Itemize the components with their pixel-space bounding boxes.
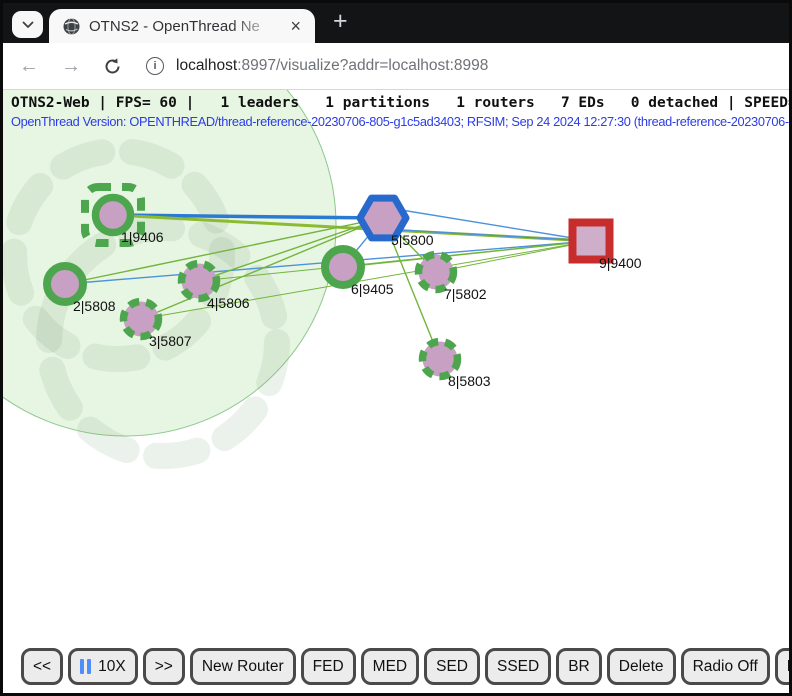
button-label: SED	[436, 658, 468, 676]
forward-icon[interactable]: →	[61, 56, 81, 76]
new-tab-button[interactable]: +	[333, 7, 348, 36]
node-label: 4|5806	[207, 295, 250, 311]
button-label: 10X	[98, 658, 126, 676]
step-back-button[interactable]: <<	[21, 648, 63, 685]
sleepy-end-device-icon	[182, 264, 217, 299]
simulation-canvas[interactable]: 1|9406 2|5808 3|5807 4|5806 5|5800 6|9405 7|58…	[3, 90, 789, 690]
node-label: 6|9405	[351, 281, 394, 297]
tab-close-icon[interactable]: ×	[286, 17, 305, 35]
chevron-down-icon	[22, 21, 34, 29]
ssed-button[interactable]: SSED	[485, 648, 551, 685]
button-label: <<	[33, 658, 51, 676]
button-label: Radio On	[787, 658, 792, 676]
new-router-button[interactable]: New Router	[190, 648, 296, 685]
button-label: >>	[155, 658, 173, 676]
node-5[interactable]: 5|5800	[360, 198, 434, 248]
node-label: 9|9400	[599, 255, 642, 271]
end-device-icon	[47, 266, 83, 302]
globe-favicon-icon	[63, 18, 80, 35]
node-circle-icon	[96, 198, 131, 233]
reload-icon[interactable]	[103, 57, 122, 76]
network-svg: 1|9406 2|5808 3|5807 4|5806 5|5800 6|9405 7|58…	[3, 90, 789, 690]
radio-on-button[interactable]: Radio On	[775, 648, 792, 685]
url-box[interactable]: i localhost:8997/visualize?addr=localhos…	[146, 57, 488, 75]
button-label: New Router	[202, 658, 284, 676]
link-line	[343, 241, 591, 267]
button-label: BR	[568, 658, 590, 676]
button-label: MED	[373, 658, 407, 676]
radio-off-button[interactable]: Radio Off	[681, 648, 770, 685]
url-path: :8997/visualize?addr=localhost:8998	[237, 57, 488, 74]
tab-strip: OTNS2 - OpenThread Ne × +	[3, 3, 789, 43]
version-line: OpenThread Version: OPENTHREAD/thread-re…	[11, 114, 789, 129]
sed-button[interactable]: SED	[424, 648, 480, 685]
tab-search-button[interactable]	[12, 11, 43, 38]
node-8[interactable]: 8|5803	[423, 342, 491, 390]
sleepy-end-device-icon	[124, 302, 159, 337]
delete-button[interactable]: Delete	[607, 648, 676, 685]
address-bar: ← → i localhost:8997/visualize?addr=loca…	[3, 43, 789, 90]
url-text[interactable]: localhost:8997/visualize?addr=localhost:…	[176, 57, 488, 75]
med-button[interactable]: MED	[361, 648, 419, 685]
sleepy-end-device-icon	[423, 342, 458, 377]
border-router-square-icon	[573, 223, 610, 260]
browser-window: OTNS2 - OpenThread Ne × + ← → i localhos…	[0, 0, 792, 696]
button-label: Delete	[619, 658, 664, 676]
node-label: 1|9406	[121, 229, 164, 245]
node-label: 7|5802	[444, 286, 487, 302]
node-label: 2|5808	[73, 298, 116, 314]
browser-tab[interactable]: OTNS2 - OpenThread Ne ×	[49, 9, 315, 43]
button-label: SSED	[497, 658, 539, 676]
end-device-icon	[325, 249, 361, 285]
site-info-icon[interactable]: i	[146, 57, 164, 75]
node-6[interactable]: 6|9405	[325, 249, 394, 297]
back-icon[interactable]: ←	[19, 56, 39, 76]
step-forward-button[interactable]: >>	[143, 648, 185, 685]
link-line	[436, 241, 591, 272]
pause-icon	[80, 659, 91, 674]
fed-button[interactable]: FED	[301, 648, 356, 685]
status-line: OTNS2-Web | FPS= 60 | 1 leaders 1 partit…	[11, 95, 789, 111]
button-label: Radio Off	[693, 658, 758, 676]
button-label: FED	[313, 658, 344, 676]
node-label: 3|5807	[149, 333, 192, 349]
node-label: 5|5800	[391, 232, 434, 248]
url-host: localhost	[176, 57, 237, 74]
speed-button[interactable]: 10X	[68, 648, 138, 685]
action-toolbar: << 10X >> New Router FED MED SED SSED BR Delete Ra…	[21, 648, 792, 685]
node-label: 8|5803	[448, 373, 491, 389]
node-7[interactable]: 7|5802	[419, 255, 487, 303]
tab-title: OTNS2 - OpenThread Ne	[89, 18, 286, 35]
br-button[interactable]: BR	[556, 648, 602, 685]
sleepy-end-device-icon	[419, 255, 454, 290]
node-9[interactable]: 9|9400	[573, 223, 642, 272]
